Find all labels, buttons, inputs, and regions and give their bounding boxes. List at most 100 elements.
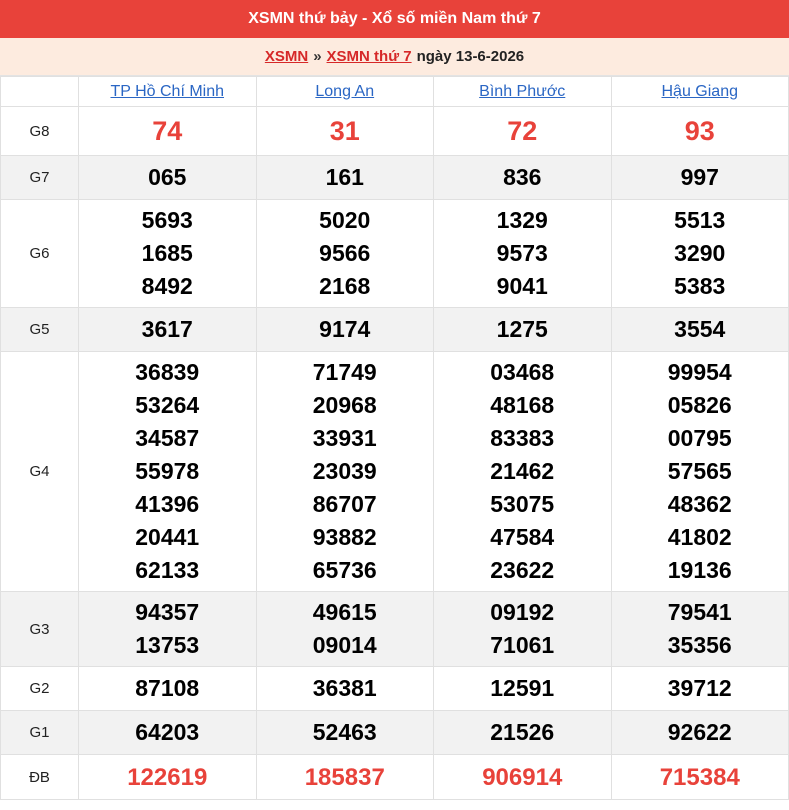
prize-number: 23622 (490, 557, 555, 583)
prize-number: 13753 (135, 632, 200, 658)
province-link[interactable]: Hậu Giang (662, 83, 739, 100)
prize-label: G2 (0, 666, 79, 711)
prize-number: 906914 (482, 763, 563, 791)
prize-number: 57565 (667, 458, 732, 484)
prize-cell: 715384 (610, 754, 789, 800)
province-link[interactable]: Long An (315, 83, 374, 100)
prize-row: G5 3617 9174 1275 3554 (0, 307, 789, 352)
header-empty-cell (0, 76, 79, 107)
prize-cell: 1329 9573 9041 (433, 199, 612, 308)
prize-number: 5020 (319, 207, 371, 233)
prize-cell: 065 (78, 155, 257, 200)
prize-number: 65736 (312, 557, 377, 583)
prize-number: 2168 (319, 273, 371, 299)
prize-number: 35356 (667, 632, 732, 658)
prize-number: 39712 (667, 675, 732, 701)
prize-number: 9566 (319, 240, 371, 266)
province-link[interactable]: Bình Phước (479, 83, 565, 100)
prize-number: 03468 (490, 359, 555, 385)
prize-row: G2 87108 36381 12591 39712 (0, 666, 789, 711)
prize-cell: 93 (610, 106, 789, 156)
prize-number: 87108 (135, 675, 200, 701)
prize-number: 31 (329, 115, 360, 146)
prize-number: 86707 (312, 491, 377, 517)
prize-number: 09192 (490, 599, 555, 625)
prize-number: 53075 (490, 491, 555, 517)
prize-number: 34587 (135, 425, 200, 451)
prize-number: 74 (152, 115, 183, 146)
prize-cell: 94357 13753 (78, 591, 257, 667)
prize-number: 99954 (667, 359, 732, 385)
results-table: TP Hồ Chí Minh Long An Bình Phước Hậu Gi… (0, 76, 789, 800)
prize-number: 185837 (304, 763, 385, 791)
breadcrumb: XSMN » XSMN thứ 7 ngày 13-6-2026 (0, 38, 789, 76)
prize-row: G4 36839 53264 34587 55978 41396 20441 62133 717… (0, 351, 789, 592)
prize-label: G4 (0, 351, 79, 592)
prize-cell: 5513 3290 5383 (610, 199, 789, 308)
prize-number: 09014 (312, 632, 377, 658)
prize-number: 47584 (490, 524, 555, 550)
prize-number: 05826 (667, 392, 732, 418)
prize-row: G8 74 31 72 93 (0, 106, 789, 156)
prize-label: G7 (0, 155, 79, 200)
prize-number: 79541 (667, 599, 732, 625)
prize-number: 9174 (319, 316, 371, 342)
prize-number: 8492 (141, 273, 193, 299)
breadcrumb-link-xsmn[interactable]: XSMN (265, 48, 308, 65)
prize-number: 12591 (490, 675, 555, 701)
results-container: XSMN thứ bảy - Xổ số miền Nam thứ 7 XSMN… (0, 0, 789, 800)
prize-cell: 3554 (610, 307, 789, 352)
prize-cell: 185837 (255, 754, 434, 800)
prize-number: 20968 (312, 392, 377, 418)
province-header: TP Hồ Chí Minh (78, 76, 257, 107)
prize-cell: 161 (255, 155, 434, 200)
prize-number: 49615 (312, 599, 377, 625)
prize-cell: 52463 (255, 710, 434, 755)
prize-number: 52463 (312, 719, 377, 745)
prize-row: ĐB 122619 185837 906914 715384 (0, 754, 789, 800)
prize-row: G3 94357 13753 49615 09014 09192 71061 79541 353… (0, 591, 789, 667)
prize-cell: 79541 35356 (610, 591, 789, 667)
prize-number: 71061 (490, 632, 555, 658)
prize-number: 48362 (667, 491, 732, 517)
prize-number: 3617 (141, 316, 193, 342)
prize-cell: 09192 71061 (433, 591, 612, 667)
prize-number: 161 (325, 164, 364, 190)
prize-cell: 72 (433, 106, 612, 156)
prize-cell: 997 (610, 155, 789, 200)
prize-cell: 906914 (433, 754, 612, 800)
prize-cell: 1275 (433, 307, 612, 352)
prize-cell: 92622 (610, 710, 789, 755)
prize-number: 23039 (312, 458, 377, 484)
prize-cell: 64203 (78, 710, 257, 755)
prize-number: 997 (680, 164, 719, 190)
prize-label: ĐB (0, 754, 79, 800)
province-link[interactable]: TP Hồ Chí Minh (110, 83, 224, 100)
prize-number: 1685 (141, 240, 193, 266)
prize-number: 9573 (496, 240, 548, 266)
prize-number: 41396 (135, 491, 200, 517)
prize-number: 9041 (496, 273, 548, 299)
prize-row: G6 5693 1685 8492 5020 9566 2168 1329 9573 9041 55… (0, 199, 789, 308)
prize-number: 94357 (135, 599, 200, 625)
prize-cell: 21526 (433, 710, 612, 755)
prize-number: 1329 (496, 207, 548, 233)
prize-number: 19136 (667, 557, 732, 583)
prize-number: 5383 (674, 273, 726, 299)
prize-cell: 5020 9566 2168 (255, 199, 434, 308)
prize-number: 64203 (135, 719, 200, 745)
prize-cell: 122619 (78, 754, 257, 800)
prize-label: G3 (0, 591, 79, 667)
prize-number: 71749 (312, 359, 377, 385)
prize-number: 93 (684, 115, 715, 146)
prize-number: 21462 (490, 458, 555, 484)
prize-label: G1 (0, 710, 79, 755)
prize-label: G6 (0, 199, 79, 308)
breadcrumb-link-xsmn-thu-7[interactable]: XSMN thứ 7 (327, 48, 412, 65)
prize-row: G1 64203 52463 21526 92622 (0, 710, 789, 755)
prize-cell: 36381 (255, 666, 434, 711)
prize-cell: 99954 05826 00795 57565 48362 41802 19136 (610, 351, 789, 592)
prize-number: 93882 (312, 524, 377, 550)
prize-number: 48168 (490, 392, 555, 418)
prize-number: 3554 (674, 316, 726, 342)
